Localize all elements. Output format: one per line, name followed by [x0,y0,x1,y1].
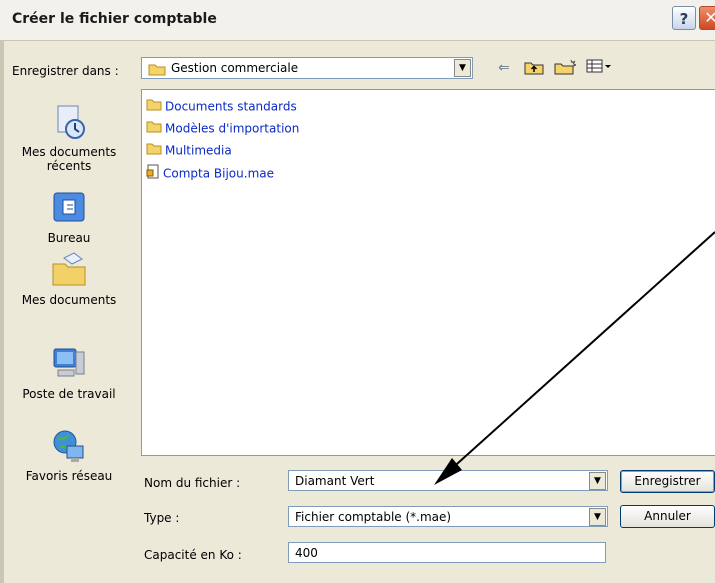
filename-field[interactable]: Diamant Vert ▼ [288,470,608,491]
place-desktop[interactable]: Bureau [10,188,128,245]
close-button[interactable]: ✕ [699,6,715,30]
views-menu-icon[interactable] [585,59,613,77]
my-documents-icon [49,250,89,290]
folder-icon [146,120,162,138]
place-label: Favoris réseau [25,469,113,483]
list-item-folder[interactable]: Documents standards [146,98,297,115]
list-item-file[interactable]: Compta Bijou.mae [146,164,274,181]
type-label: Type : [144,511,180,525]
save-button[interactable]: Enregistrer [620,470,715,493]
file-list[interactable]: Documents standards Modèles d'importatio… [141,89,715,456]
file-name: Compta Bijou.mae [163,166,274,181]
list-item-folder[interactable]: Multimedia [146,142,232,159]
places-bar: Mes documents récents Bureau Mes documen… [10,88,128,560]
list-item-folder[interactable]: Modèles d'importation [146,120,299,137]
file-type-dropdown[interactable]: Fichier comptable (*.mae) ▼ [288,506,608,527]
file-name: Multimedia [165,143,232,158]
save-in-label: Enregistrer dans : [12,64,119,78]
place-label: Poste de travail [22,387,116,401]
folder-icon [148,62,166,79]
title-bar: Créer le fichier comptable ? ✕ [0,0,715,41]
up-folder-icon[interactable] [523,59,545,77]
dialog-title: Créer le fichier comptable [12,11,217,27]
cancel-button[interactable]: Annuler [620,505,715,528]
network-places-icon [49,426,89,466]
chevron-down-icon[interactable]: ▼ [589,472,606,490]
file-name: Modèles d'importation [165,121,300,136]
place-my-documents[interactable]: Mes documents [10,250,128,307]
file-name: Documents standards [165,99,297,114]
place-label: Mes documents récents [21,145,117,173]
mae-file-icon [146,164,160,184]
file-type-value: Fichier comptable (*.mae) [295,510,452,524]
save-file-dialog: Créer le fichier comptable ? ✕ Enregistr… [0,0,715,583]
my-computer-icon [49,344,89,384]
folder-icon [146,98,162,116]
place-label: Mes documents [21,293,117,307]
folder-icon [146,142,162,160]
save-in-dropdown[interactable]: Gestion commerciale ▼ [141,57,473,79]
save-in-value: Gestion commerciale [171,61,299,75]
filename-value: Diamant Vert [295,474,375,488]
chevron-down-icon[interactable]: ▼ [454,59,471,77]
place-recent-documents[interactable]: Mes documents récents [10,102,128,173]
filename-label: Nom du fichier : [144,476,241,490]
place-network-places[interactable]: Favoris réseau [10,426,128,483]
help-button[interactable]: ? [672,6,696,30]
back-arrow-icon[interactable]: ⇐ [494,59,514,77]
place-label: Bureau [47,231,91,245]
new-folder-icon[interactable] [553,59,578,77]
chevron-down-icon[interactable]: ▼ [589,508,606,526]
desktop-icon [49,188,89,228]
place-my-computer[interactable]: Poste de travail [10,344,128,401]
capacity-field[interactable] [288,542,606,563]
capacity-label: Capacité en Ko : [144,548,242,562]
window-frame [0,40,4,583]
recent-documents-icon [49,102,89,142]
